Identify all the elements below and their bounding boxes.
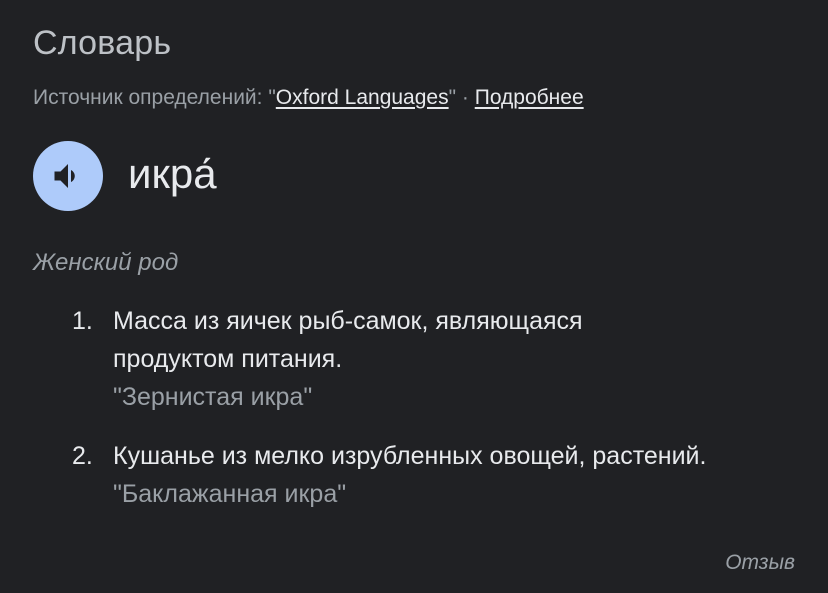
pronunciation-button[interactable] [33,141,103,211]
sense-number: 1. [72,307,93,335]
sense-definition-line: Масса из яичек рыб-самок, являющаяся [113,307,583,335]
sense-item: 2. Кушанье из мелко изрубленных овощей, … [72,437,812,513]
dictionary-title: Словарь [33,24,172,62]
sense-example: "Зернистая икра" [113,383,313,411]
dictionary-card: Словарь Источник определений: "Oxford La… [0,0,828,593]
part-of-speech: Женский род [33,249,179,276]
headword: икра́ [128,150,217,197]
sense-definition-line: продуктом питания. [113,345,343,373]
source-prefix: Источник определений: " [33,86,276,109]
feedback-link[interactable]: Отзыв [725,551,795,575]
sense-example: "Баклажанная икра" [113,480,347,508]
source-suffix: " · [448,86,475,109]
volume-icon [54,164,75,188]
more-link[interactable]: Подробнее [475,86,584,109]
oxford-languages-link[interactable]: Oxford Languages [276,86,449,109]
sense-number: 2. [72,442,93,470]
source-line: Источник определений: "Oxford Languages"… [33,86,584,110]
sense-item: 1. Масса из яичек рыб-самок, являющаяся … [72,302,812,416]
sense-definition-line: Кушанье из мелко изрубленных овощей, рас… [113,442,707,470]
